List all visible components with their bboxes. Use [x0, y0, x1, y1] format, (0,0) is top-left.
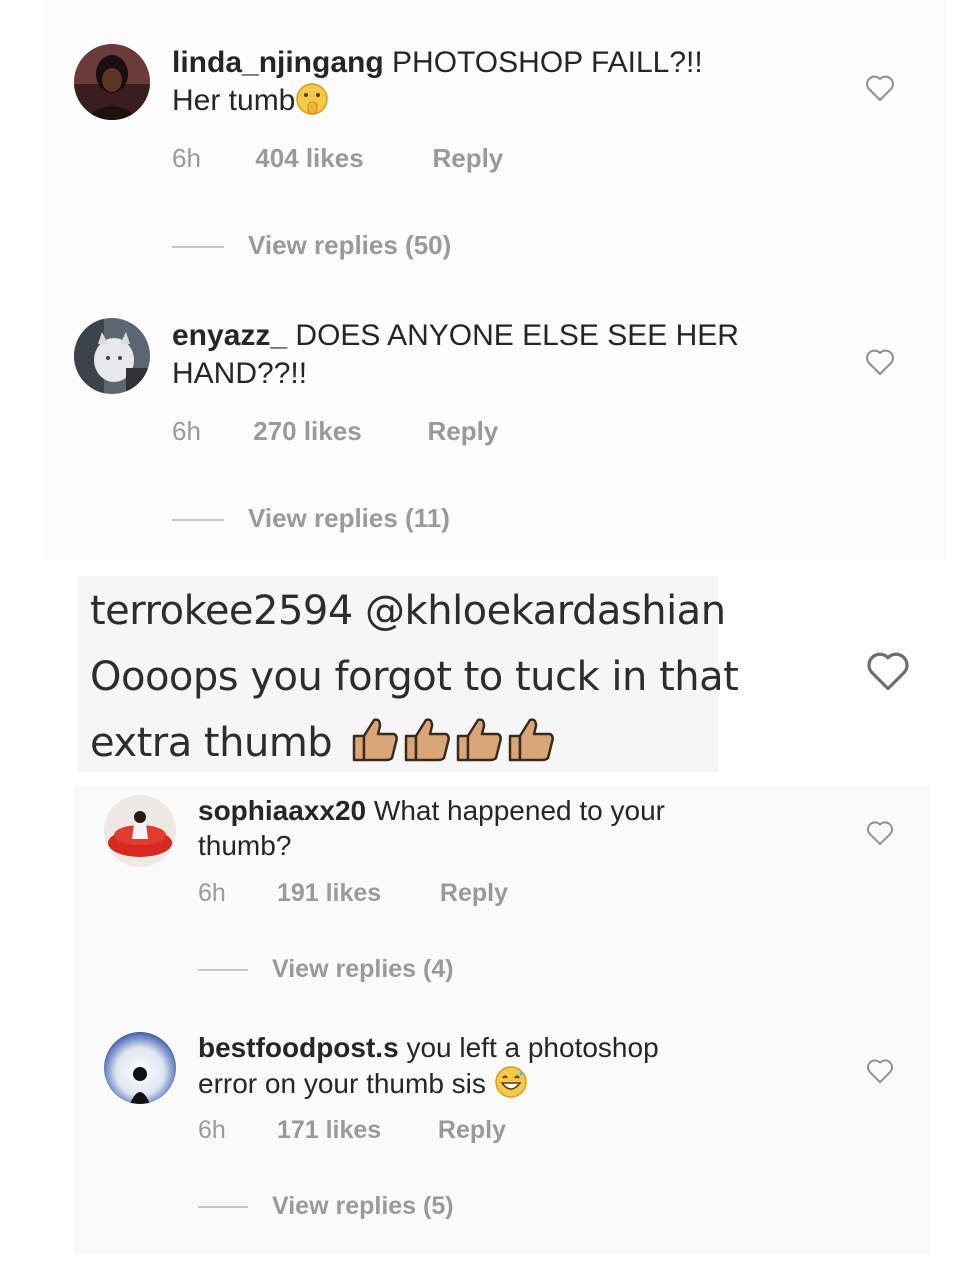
heart-outline-icon[interactable] [866, 650, 910, 697]
heart-outline-icon[interactable] [865, 348, 895, 381]
likes-count[interactable]: 171 likes [277, 1116, 431, 1145]
reply-button[interactable]: Reply [440, 879, 508, 908]
replies-divider [172, 519, 224, 522]
comment-meta: 6h 191 likes Reply [198, 879, 508, 908]
comment-text: linda_njingang PHOTOSHOP FAILL?!! Her tu… [172, 44, 832, 126]
likes-count[interactable]: 270 likes [253, 416, 420, 447]
timestamp: 6h [198, 879, 226, 907]
username[interactable]: bestfoodpost.s [198, 1032, 399, 1063]
timestamp: 6h [172, 143, 201, 173]
heart-outline-icon[interactable] [865, 74, 895, 107]
replies-divider [172, 246, 224, 249]
view-replies-label: View replies (50) [248, 230, 452, 260]
avatar[interactable] [104, 1032, 176, 1104]
thumbs-up-icon [350, 714, 562, 784]
replies-divider [198, 969, 248, 972]
comment-body-line2: error on your thumb sis [198, 1068, 486, 1099]
reply-button[interactable]: Reply [427, 416, 498, 447]
username[interactable]: enyazz_ [172, 319, 287, 352]
comment-body-line2: Her tumb [172, 84, 296, 117]
mention[interactable]: @khloekardashian [365, 588, 726, 634]
comment-meta: 6h 404 likes Reply [172, 143, 503, 174]
view-replies-button[interactable]: View replies (50) [172, 230, 451, 261]
reply-button[interactable]: Reply [438, 1116, 506, 1145]
comment-text: bestfoodpost.s you left a photoshop erro… [198, 1031, 838, 1107]
comment-body-line2: Oooops you forgot to tuck in that [90, 654, 739, 700]
grinning-sweat-face-icon [494, 1065, 528, 1107]
comment-text: sophiaaxx20 What happened to your thumb? [198, 793, 838, 863]
comment-text: enyazz_ DOES ANYONE ELSE SEE HER HAND??!… [172, 317, 832, 393]
heart-outline-icon[interactable] [866, 820, 894, 851]
comment-body-line3-text: extra thumb [90, 720, 333, 766]
view-replies-label: View replies (4) [272, 955, 454, 983]
timestamp: 6h [172, 416, 201, 446]
comment-body: you left a photoshop [406, 1032, 659, 1063]
comment-text: terrokee2594 @khloekardashian [90, 578, 726, 644]
username[interactable]: sophiaaxx20 [198, 795, 366, 826]
comments-page: linda_njingang PHOTOSHOP FAILL?!! Her tu… [0, 0, 980, 1276]
view-replies-button[interactable]: View replies (5) [198, 1192, 454, 1221]
comment-meta: 6h 270 likes Reply [172, 416, 498, 447]
username[interactable]: terrokee2594 [90, 588, 353, 634]
avatar[interactable] [104, 795, 176, 867]
likes-count[interactable]: 404 likes [255, 143, 425, 174]
likes-count[interactable]: 191 likes [277, 879, 433, 908]
timestamp: 6h [198, 1116, 226, 1144]
avatar[interactable] [74, 318, 150, 394]
view-replies-label: View replies (11) [248, 503, 450, 533]
view-replies-label: View replies (5) [272, 1192, 454, 1220]
reply-button[interactable]: Reply [432, 143, 503, 174]
view-replies-button[interactable]: View replies (11) [172, 503, 450, 534]
username[interactable]: linda_njingang [172, 46, 384, 79]
comment-body-line2: HAND??!! [172, 357, 308, 390]
comment-body: PHOTOSHOP FAILL?!! [392, 46, 703, 79]
comment-body: DOES ANYONE ELSE SEE HER [295, 319, 739, 352]
heart-outline-icon[interactable] [866, 1058, 894, 1089]
avatar[interactable] [74, 44, 150, 120]
comment-meta: 6h 171 likes Reply [198, 1116, 506, 1145]
replies-divider [198, 1206, 248, 1209]
comment-body-line2: thumb? [198, 830, 292, 861]
shushing-face-icon [295, 82, 329, 126]
view-replies-button[interactable]: View replies (4) [198, 955, 454, 984]
comment-body: What happened to your [373, 795, 665, 826]
comment-body-line3: extra thumb [90, 710, 562, 784]
